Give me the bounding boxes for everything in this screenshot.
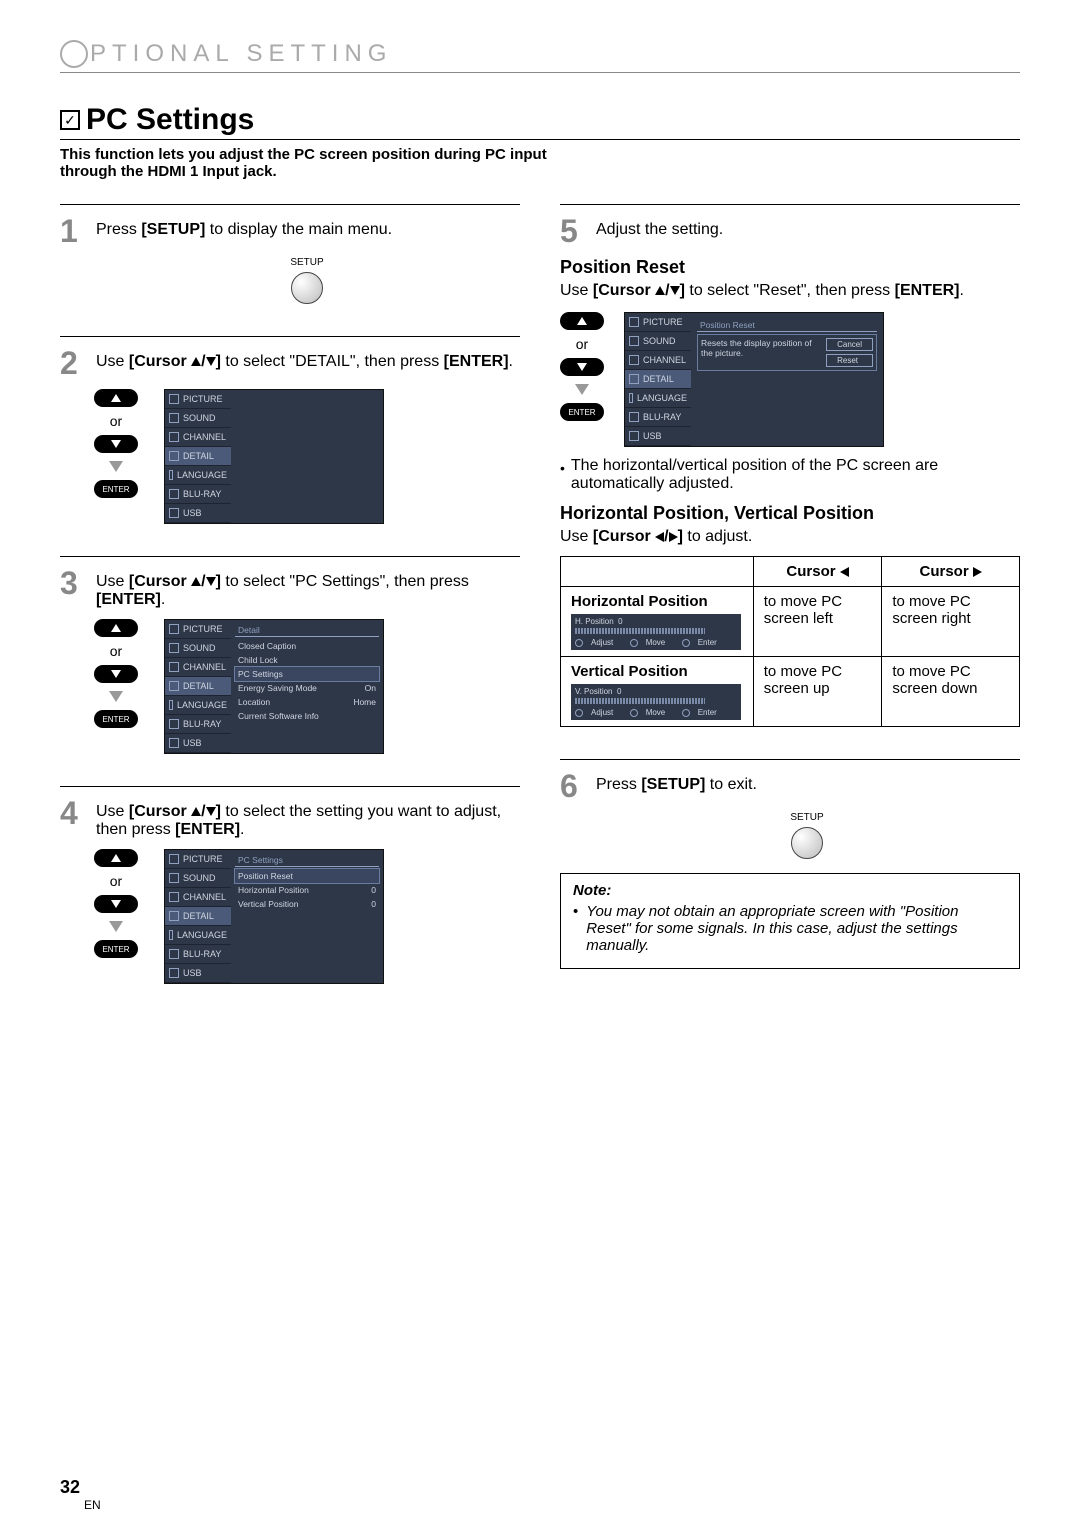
- remote-down-icon: [94, 665, 138, 683]
- position-reset-bullet: • The horizontal/vertical position of th…: [560, 457, 1020, 493]
- cursor-left-col: Cursor: [753, 557, 882, 587]
- v-position-osd: V. Position 0 Adjust Move Enter: [571, 684, 741, 720]
- osd-reset-button: Reset: [826, 354, 873, 367]
- step-6: 6 Press [SETUP] to exit. SETUP Note: You…: [560, 759, 1020, 989]
- check-icon: ✓: [60, 110, 80, 130]
- step-5: 5 Adjust the setting. Position Reset Use…: [560, 204, 1020, 747]
- remote-enter-icon: ENTER: [94, 710, 138, 728]
- step-number: 5: [560, 215, 586, 247]
- table-row: Vertical Position V. Position 0 Adjust M…: [561, 657, 1020, 727]
- setup-circle-icon: [791, 827, 823, 859]
- setup-button-illustration: SETUP: [594, 812, 1020, 859]
- remote-up-down-enter: or ENTER: [94, 619, 138, 728]
- setup-button-illustration: SETUP: [94, 257, 520, 304]
- step-number: 6: [560, 770, 586, 802]
- step-4: 4 Use [Cursor /] to select the setting y…: [60, 786, 520, 1004]
- step-number: 1: [60, 215, 86, 247]
- right-column: 5 Adjust the setting. Position Reset Use…: [560, 204, 1020, 1016]
- step-2-text: Use [Cursor /] to select "DETAIL", then …: [96, 347, 520, 371]
- header-o-icon: [60, 40, 88, 68]
- remote-up-icon: [94, 389, 138, 407]
- step-2: 2 Use [Cursor /] to select "DETAIL", the…: [60, 336, 520, 544]
- section-description: This function lets you adjust the PC scr…: [60, 146, 580, 180]
- remote-down-icon: [94, 895, 138, 913]
- header-title: PTIONAL SETTING: [90, 40, 392, 68]
- section-title-row: ✓ PC Settings: [60, 103, 1020, 140]
- step-3: 3 Use [Cursor /] to select "PC Settings"…: [60, 556, 520, 774]
- step-3-text: Use [Cursor /] to select "PC Settings", …: [96, 567, 520, 609]
- remote-enter-icon: ENTER: [560, 403, 604, 421]
- page-language: EN: [84, 1498, 101, 1512]
- step-number: 4: [60, 797, 86, 829]
- osd-position-reset-dialog: PICTURE SOUND CHANNEL DETAIL LANGUAGE BL…: [624, 312, 884, 447]
- hv-heading: Horizontal Position, Vertical Position: [560, 503, 1020, 524]
- position-reset-line: Use [Cursor /] to select "Reset", then p…: [560, 282, 1020, 300]
- remote-down-icon: [94, 435, 138, 453]
- page-number: 32: [60, 1477, 80, 1498]
- remote-up-down-enter: or ENTER: [560, 312, 604, 421]
- page-header: PTIONAL SETTING: [60, 40, 1020, 73]
- cursor-right-col: Cursor: [882, 557, 1020, 587]
- step-6-text: Press [SETUP] to exit.: [596, 770, 1020, 794]
- position-reset-heading: Position Reset: [560, 257, 1020, 278]
- remote-down-icon: [560, 358, 604, 376]
- remote-enter-icon: ENTER: [94, 940, 138, 958]
- left-column: 1 Press [SETUP] to display the main menu…: [60, 204, 520, 1016]
- remote-up-down-enter: or ENTER: [94, 389, 138, 498]
- remote-up-icon: [94, 619, 138, 637]
- setup-circle-icon: [291, 272, 323, 304]
- step-number: 3: [60, 567, 86, 599]
- osd-main-menu: PICTURE SOUND CHANNEL DETAIL LANGUAGE BL…: [164, 389, 384, 524]
- position-table: Cursor Cursor Horizontal Position H. Pos…: [560, 556, 1020, 727]
- remote-up-down-enter: or ENTER: [94, 849, 138, 958]
- osd-cancel-button: Cancel: [826, 338, 873, 351]
- remote-up-icon: [94, 849, 138, 867]
- step-1: 1 Press [SETUP] to display the main menu…: [60, 204, 520, 324]
- section-title: PC Settings: [86, 103, 254, 137]
- note-item: You may not obtain an appropriate screen…: [573, 903, 1007, 954]
- osd-detail-menu: PICTURE SOUND CHANNEL DETAIL LANGUAGE BL…: [164, 619, 384, 754]
- step-number: 2: [60, 347, 86, 379]
- step-4-text: Use [Cursor /] to select the setting you…: [96, 797, 520, 839]
- hv-line: Use [Cursor /] to adjust.: [560, 528, 1020, 546]
- osd-pc-settings-menu: PICTURE SOUND CHANNEL DETAIL LANGUAGE BL…: [164, 849, 384, 984]
- step-1-text: Press [SETUP] to display the main menu.: [96, 215, 520, 239]
- h-position-osd: H. Position 0 Adjust Move Enter: [571, 614, 741, 650]
- note-title: Note:: [573, 882, 1007, 899]
- remote-enter-icon: ENTER: [94, 480, 138, 498]
- note-box: Note: You may not obtain an appropriate …: [560, 873, 1020, 969]
- step-5-text: Adjust the setting.: [596, 215, 1020, 239]
- table-row: Horizontal Position H. Position 0 Adjust…: [561, 587, 1020, 657]
- remote-up-icon: [560, 312, 604, 330]
